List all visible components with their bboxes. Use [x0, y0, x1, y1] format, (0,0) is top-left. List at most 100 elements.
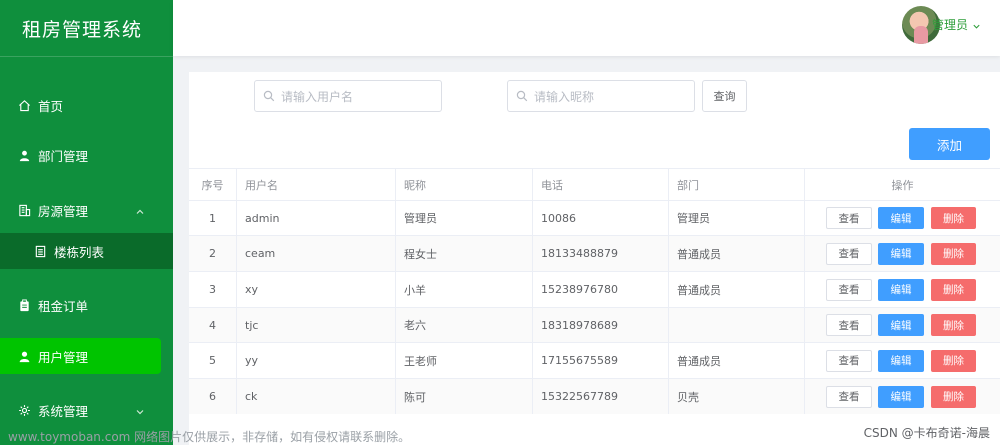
view-button[interactable]: 查看: [826, 349, 872, 372]
watermark-text: www.toymoban.com 网络图片仅供展示，非存储，如有侵权请联系删除。: [8, 430, 411, 444]
sidebar-item-label: 首页: [38, 98, 64, 114]
sidebar-item-label: 房源管理: [38, 203, 89, 219]
cell-actions: 查看 编辑 删除: [805, 308, 1000, 342]
view-button[interactable]: 查看: [826, 314, 872, 336]
table-row: 3 xy 小羊 15238976780 普通成员 查看 编辑 删除: [189, 271, 1000, 307]
cell-dept: [669, 308, 805, 342]
cell-phone: 17155675589: [533, 343, 669, 378]
view-button[interactable]: 查看: [826, 278, 872, 301]
cell-index: 3: [189, 272, 237, 307]
credit-text: CSDN @卡布奇诺-海晨: [863, 426, 990, 440]
nickname-search-input[interactable]: 请输入昵称: [507, 80, 695, 112]
sidebar-item-label: 楼栋列表: [54, 244, 105, 260]
delete-button[interactable]: 删除: [931, 207, 976, 229]
cell-actions: 查看 编辑 删除: [805, 236, 1000, 271]
view-button[interactable]: 查看: [826, 242, 872, 265]
search-icon: [516, 90, 534, 102]
delete-button[interactable]: 删除: [931, 242, 976, 265]
cell-phone: 18318978689: [533, 308, 669, 342]
delete-button[interactable]: 删除: [931, 349, 976, 372]
cell-dept: 管理员: [669, 201, 805, 235]
user-icon: [18, 350, 31, 363]
user-name: 管理员: [931, 18, 968, 32]
cell-username: ck: [237, 379, 396, 414]
table-header-row: 序号 用户名 昵称 电话 部门 操作: [189, 168, 1000, 200]
sidebar-item-label: 用户管理: [38, 349, 89, 365]
view-button[interactable]: 查看: [826, 385, 872, 408]
view-button[interactable]: 查看: [826, 207, 872, 229]
column-header: 部门: [669, 169, 805, 200]
home-icon: [18, 99, 31, 112]
sidebar-item-users[interactable]: 用户管理: [0, 338, 161, 374]
user-menu[interactable]: 管理员: [932, 16, 981, 33]
cell-nickname: 陈可: [396, 379, 533, 414]
cell-nickname: 管理员: [396, 201, 533, 235]
edit-button[interactable]: 编辑: [878, 349, 924, 372]
cell-actions: 查看 编辑 删除: [805, 272, 1000, 307]
sidebar-item-label: 部门管理: [38, 148, 89, 164]
cell-username: ceam: [237, 236, 396, 271]
cell-username: yy: [237, 343, 396, 378]
sidebar-item-buildings[interactable]: 楼栋列表: [0, 233, 173, 269]
cell-phone: 18133488879: [533, 236, 669, 271]
username-search-input[interactable]: 请输入用户名: [254, 80, 442, 112]
table-row: 4 tjc 老六 18318978689 查看 编辑 删除: [189, 307, 1000, 342]
query-button[interactable]: 查询: [702, 80, 747, 112]
cell-nickname: 程女士: [396, 236, 533, 271]
search-placeholder: 请输入用户名: [281, 89, 354, 104]
chevron-down-icon: [972, 20, 981, 29]
cell-dept: 贝壳: [669, 379, 805, 414]
column-header: 用户名: [237, 169, 396, 200]
edit-button[interactable]: 编辑: [878, 242, 924, 265]
cell-actions: 查看 编辑 删除: [805, 201, 1000, 235]
search-placeholder: 请输入昵称: [534, 89, 595, 104]
cell-dept: 普通成员: [669, 343, 805, 378]
sidebar-item-departments[interactable]: 部门管理: [0, 137, 173, 173]
delete-button[interactable]: 删除: [931, 278, 976, 301]
cell-nickname: 小羊: [396, 272, 533, 307]
cell-nickname: 老六: [396, 308, 533, 342]
sidebar-item-label: 租金订单: [38, 298, 89, 314]
add-button[interactable]: 添加: [909, 128, 990, 160]
sidebar: 租房管理系统 首页 部门管理 房源管理 楼栋列表 租金订单 用户管理 系统管理: [0, 0, 173, 445]
table-row: 6 ck 陈可 15322567789 贝壳 查看 编辑 删除: [189, 378, 1000, 414]
chevron-down-icon: [135, 405, 145, 415]
edit-button[interactable]: 编辑: [878, 314, 924, 336]
column-header: 序号: [189, 169, 237, 200]
cell-username: tjc: [237, 308, 396, 342]
cell-nickname: 王老师: [396, 343, 533, 378]
sidebar-item-system[interactable]: 系统管理: [0, 392, 173, 428]
delete-button[interactable]: 删除: [931, 385, 976, 408]
table-row: 1 admin 管理员 10086 管理员 查看 编辑 删除: [189, 200, 1000, 235]
cell-username: admin: [237, 201, 396, 235]
column-header: 操作: [891, 178, 914, 192]
search-icon: [263, 90, 281, 102]
table-row: 5 yy 王老师 17155675589 普通成员 查看 编辑 删除: [189, 342, 1000, 378]
sidebar-item-rent-orders[interactable]: 租金订单: [0, 287, 173, 323]
main-card: 请输入用户名 请输入昵称 查询 添加 序号 用户名 昵称 电话 部门 操作 1 …: [189, 72, 1000, 445]
cell-dept: 普通成员: [669, 272, 805, 307]
edit-button[interactable]: 编辑: [878, 207, 924, 229]
user-icon: [18, 149, 31, 162]
sidebar-item-home[interactable]: 首页: [0, 87, 173, 123]
cell-phone: 15322567789: [533, 379, 669, 414]
sidebar-item-listings[interactable]: 房源管理: [0, 192, 173, 228]
cell-phone: 10086: [533, 201, 669, 235]
gear-icon: [18, 404, 31, 417]
cell-phone: 15238976780: [533, 272, 669, 307]
sidebar-item-label: 系统管理: [38, 403, 89, 419]
delete-button[interactable]: 删除: [931, 314, 976, 336]
cell-index: 2: [189, 236, 237, 271]
column-header: 电话: [533, 169, 669, 200]
cell-actions: 查看 编辑 删除: [805, 379, 1000, 414]
table-row: 2 ceam 程女士 18133488879 普通成员 查看 编辑 删除: [189, 235, 1000, 271]
building-icon: [18, 204, 31, 217]
cell-index: 6: [189, 379, 237, 414]
edit-button[interactable]: 编辑: [878, 278, 924, 301]
cell-index: 1: [189, 201, 237, 235]
edit-button[interactable]: 编辑: [878, 385, 924, 408]
column-header: 昵称: [396, 169, 533, 200]
cell-index: 4: [189, 308, 237, 342]
top-header: 管理员: [173, 0, 1000, 56]
document-icon: [34, 245, 47, 258]
